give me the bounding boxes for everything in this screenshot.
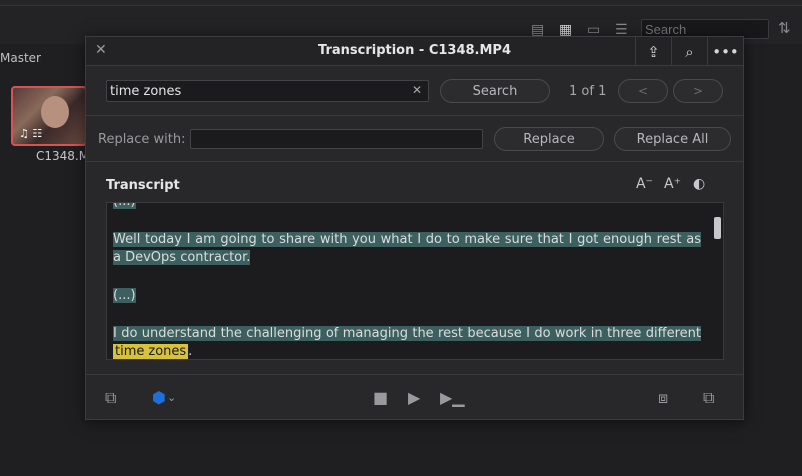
transcript-paragraph[interactable]: Well today I am going to share with you … bbox=[113, 231, 701, 267]
stop-icon[interactable]: ■ bbox=[373, 388, 388, 407]
append-clip-icon[interactable]: ⧈ bbox=[658, 388, 668, 408]
dialog-titlebar: ✕ Transcription - C1348.MP4 ⇪ ⌕ ••• bbox=[86, 37, 743, 66]
transcript-scrollbar[interactable] bbox=[714, 217, 721, 239]
transcript-heading: Transcript bbox=[106, 178, 180, 193]
increase-font-icon[interactable]: A⁺ bbox=[664, 176, 681, 192]
export-icon[interactable]: ⇪ bbox=[635, 37, 671, 66]
audio-transcript-icon: ♫ ☷ bbox=[19, 127, 43, 140]
contrast-icon[interactable]: ◐ bbox=[693, 176, 705, 192]
search-button[interactable]: Search bbox=[440, 79, 550, 103]
insert-to-timeline-icon[interactable]: ⧉ bbox=[105, 388, 116, 408]
chevron-down-icon[interactable]: ⌄ bbox=[167, 391, 176, 404]
replace-label: Replace with: bbox=[98, 132, 186, 147]
search-match: zones bbox=[146, 344, 189, 359]
replace-all-button[interactable]: Replace All bbox=[614, 127, 731, 151]
more-options-icon[interactable]: ••• bbox=[707, 37, 743, 66]
bin-name-label: Master bbox=[0, 51, 41, 65]
marker-icon[interactable]: ⬢ bbox=[152, 388, 166, 407]
play-icon[interactable]: ▶ bbox=[408, 388, 420, 407]
clip-thumbnail[interactable]: ♫ ☷ bbox=[11, 86, 87, 146]
previous-match-button[interactable]: < bbox=[618, 79, 668, 103]
replace-button[interactable]: Replace bbox=[494, 127, 604, 151]
find-input[interactable] bbox=[106, 80, 429, 102]
create-subclip-icon[interactable]: ⧉ bbox=[703, 388, 714, 408]
divider bbox=[86, 115, 743, 116]
thumbnail-person-image bbox=[41, 96, 69, 128]
decrease-font-icon[interactable]: A⁻ bbox=[636, 176, 653, 192]
transcription-dialog: ✕ Transcription - C1348.MP4 ⇪ ⌕ ••• ✕ Se… bbox=[85, 36, 744, 420]
search-match: time bbox=[113, 344, 147, 359]
replace-input[interactable] bbox=[190, 129, 483, 149]
transcript-bottom-toolbar: ⧉ ⬢ ⌄ ■ ▶ ▶▁ ⧈ ⧉ bbox=[86, 375, 743, 420]
clear-search-icon[interactable]: ✕ bbox=[412, 83, 422, 97]
next-match-button[interactable]: > bbox=[673, 79, 723, 103]
divider bbox=[86, 161, 743, 162]
transcript-text-area[interactable]: (...) Well today I am going to share wit… bbox=[106, 202, 724, 360]
search-icon[interactable]: ⌕ bbox=[671, 37, 707, 66]
play-to-end-icon[interactable]: ▶▁ bbox=[440, 388, 465, 407]
transcript-paragraph[interactable]: I do understand the challenging of manag… bbox=[113, 325, 701, 359]
sort-icon[interactable]: ⇅ bbox=[778, 19, 791, 37]
match-count: 1 of 1 bbox=[569, 84, 607, 99]
transcript-pause-marker: (...) bbox=[113, 203, 701, 211]
transcript-pause-marker: (...) bbox=[113, 288, 136, 303]
